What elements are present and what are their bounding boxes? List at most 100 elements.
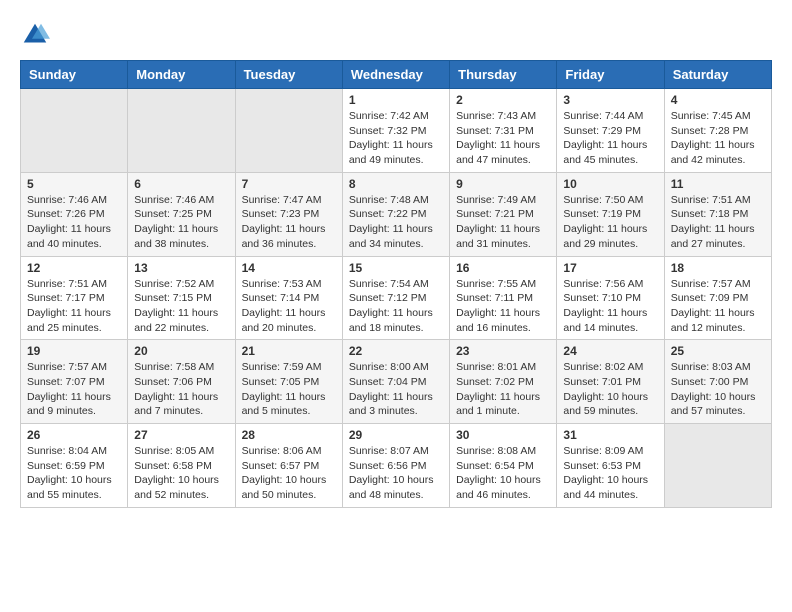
day-info: Sunrise: 8:09 AM	[563, 444, 657, 459]
page-header	[20, 20, 772, 50]
calendar-weekday-header: Saturday	[664, 61, 771, 89]
calendar-day-cell: 12Sunrise: 7:51 AMSunset: 7:17 PMDayligh…	[21, 256, 128, 340]
day-info: Sunrise: 8:03 AM	[671, 360, 765, 375]
calendar-day-cell: 28Sunrise: 8:06 AMSunset: 6:57 PMDayligh…	[235, 424, 342, 508]
day-number: 29	[349, 428, 443, 442]
day-number: 20	[134, 344, 228, 358]
day-info: Daylight: 11 hours and 45 minutes.	[563, 138, 657, 167]
calendar-day-cell: 31Sunrise: 8:09 AMSunset: 6:53 PMDayligh…	[557, 424, 664, 508]
calendar-day-cell: 17Sunrise: 7:56 AMSunset: 7:10 PMDayligh…	[557, 256, 664, 340]
day-info: Daylight: 11 hours and 49 minutes.	[349, 138, 443, 167]
day-info: Daylight: 10 hours and 48 minutes.	[349, 473, 443, 502]
day-info: Sunset: 7:12 PM	[349, 291, 443, 306]
day-info: Daylight: 11 hours and 25 minutes.	[27, 306, 121, 335]
day-info: Daylight: 11 hours and 27 minutes.	[671, 222, 765, 251]
calendar-day-cell: 26Sunrise: 8:04 AMSunset: 6:59 PMDayligh…	[21, 424, 128, 508]
calendar-day-cell: 27Sunrise: 8:05 AMSunset: 6:58 PMDayligh…	[128, 424, 235, 508]
calendar-day-cell: 15Sunrise: 7:54 AMSunset: 7:12 PMDayligh…	[342, 256, 449, 340]
day-info: Daylight: 11 hours and 3 minutes.	[349, 390, 443, 419]
calendar-day-cell	[128, 89, 235, 173]
day-info: Sunset: 6:59 PM	[27, 459, 121, 474]
day-info: Sunset: 7:00 PM	[671, 375, 765, 390]
day-info: Sunrise: 8:02 AM	[563, 360, 657, 375]
calendar-day-cell: 24Sunrise: 8:02 AMSunset: 7:01 PMDayligh…	[557, 340, 664, 424]
day-info: Sunset: 6:53 PM	[563, 459, 657, 474]
day-info: Sunrise: 7:48 AM	[349, 193, 443, 208]
day-info: Daylight: 11 hours and 20 minutes.	[242, 306, 336, 335]
day-info: Sunset: 7:23 PM	[242, 207, 336, 222]
day-info: Daylight: 10 hours and 55 minutes.	[27, 473, 121, 502]
calendar-week-row: 12Sunrise: 7:51 AMSunset: 7:17 PMDayligh…	[21, 256, 772, 340]
day-number: 26	[27, 428, 121, 442]
day-number: 21	[242, 344, 336, 358]
day-info: Sunrise: 7:51 AM	[27, 277, 121, 292]
day-number: 28	[242, 428, 336, 442]
logo-icon	[20, 20, 50, 50]
calendar-day-cell: 6Sunrise: 7:46 AMSunset: 7:25 PMDaylight…	[128, 172, 235, 256]
day-info: Daylight: 11 hours and 40 minutes.	[27, 222, 121, 251]
day-info: Daylight: 11 hours and 9 minutes.	[27, 390, 121, 419]
day-info: Sunrise: 7:51 AM	[671, 193, 765, 208]
day-info: Sunset: 7:02 PM	[456, 375, 550, 390]
day-info: Sunset: 7:15 PM	[134, 291, 228, 306]
day-info: Daylight: 11 hours and 34 minutes.	[349, 222, 443, 251]
day-info: Sunrise: 7:46 AM	[134, 193, 228, 208]
day-info: Sunrise: 7:45 AM	[671, 109, 765, 124]
calendar-week-row: 5Sunrise: 7:46 AMSunset: 7:26 PMDaylight…	[21, 172, 772, 256]
day-info: Daylight: 10 hours and 59 minutes.	[563, 390, 657, 419]
day-info: Daylight: 11 hours and 7 minutes.	[134, 390, 228, 419]
calendar-day-cell: 23Sunrise: 8:01 AMSunset: 7:02 PMDayligh…	[450, 340, 557, 424]
day-info: Sunset: 7:09 PM	[671, 291, 765, 306]
calendar-day-cell: 3Sunrise: 7:44 AMSunset: 7:29 PMDaylight…	[557, 89, 664, 173]
calendar-weekday-header: Monday	[128, 61, 235, 89]
day-number: 17	[563, 261, 657, 275]
day-info: Sunset: 7:22 PM	[349, 207, 443, 222]
calendar-day-cell	[664, 424, 771, 508]
day-number: 19	[27, 344, 121, 358]
calendar-day-cell: 2Sunrise: 7:43 AMSunset: 7:31 PMDaylight…	[450, 89, 557, 173]
day-info: Daylight: 11 hours and 36 minutes.	[242, 222, 336, 251]
day-info: Sunrise: 7:53 AM	[242, 277, 336, 292]
calendar-day-cell: 20Sunrise: 7:58 AMSunset: 7:06 PMDayligh…	[128, 340, 235, 424]
day-info: Sunset: 7:04 PM	[349, 375, 443, 390]
day-info: Sunset: 7:25 PM	[134, 207, 228, 222]
day-info: Sunrise: 7:56 AM	[563, 277, 657, 292]
day-info: Daylight: 11 hours and 47 minutes.	[456, 138, 550, 167]
calendar-day-cell	[235, 89, 342, 173]
day-number: 3	[563, 93, 657, 107]
day-info: Sunset: 7:31 PM	[456, 124, 550, 139]
day-info: Sunrise: 7:55 AM	[456, 277, 550, 292]
day-info: Sunrise: 7:44 AM	[563, 109, 657, 124]
calendar-weekday-header: Sunday	[21, 61, 128, 89]
day-info: Sunset: 7:28 PM	[671, 124, 765, 139]
calendar-day-cell: 16Sunrise: 7:55 AMSunset: 7:11 PMDayligh…	[450, 256, 557, 340]
day-info: Daylight: 11 hours and 31 minutes.	[456, 222, 550, 251]
calendar-day-cell: 14Sunrise: 7:53 AMSunset: 7:14 PMDayligh…	[235, 256, 342, 340]
calendar-day-cell: 11 Sunrise: 7:51 AMSunset: 7:18 PMDayligh…	[664, 172, 771, 256]
day-info: Sunrise: 7:52 AM	[134, 277, 228, 292]
day-info: Sunset: 7:18 PM	[671, 207, 765, 222]
day-info: Sunrise: 8:08 AM	[456, 444, 550, 459]
calendar-day-cell: 21Sunrise: 7:59 AMSunset: 7:05 PMDayligh…	[235, 340, 342, 424]
day-number: 23	[456, 344, 550, 358]
calendar-week-row: 19Sunrise: 7:57 AMSunset: 7:07 PMDayligh…	[21, 340, 772, 424]
day-info: Sunrise: 8:00 AM	[349, 360, 443, 375]
calendar-day-cell: 22 Sunrise: 8:00 AMSunset: 7:04 PMDayligh…	[342, 340, 449, 424]
calendar-weekday-header: Wednesday	[342, 61, 449, 89]
calendar-day-cell: 18Sunrise: 7:57 AMSunset: 7:09 PMDayligh…	[664, 256, 771, 340]
day-info: Sunrise: 7:49 AM	[456, 193, 550, 208]
day-number: 22	[349, 344, 443, 358]
day-number: 11	[671, 177, 765, 191]
day-number: 27	[134, 428, 228, 442]
day-info: Sunrise: 8:07 AM	[349, 444, 443, 459]
day-number: 10	[563, 177, 657, 191]
day-info: Sunset: 7:17 PM	[27, 291, 121, 306]
day-number: 25	[671, 344, 765, 358]
day-info: Daylight: 10 hours and 50 minutes.	[242, 473, 336, 502]
day-info: Daylight: 11 hours and 29 minutes.	[563, 222, 657, 251]
day-info: Daylight: 11 hours and 18 minutes.	[349, 306, 443, 335]
calendar-weekday-header: Tuesday	[235, 61, 342, 89]
calendar-day-cell: 25Sunrise: 8:03 AMSunset: 7:00 PMDayligh…	[664, 340, 771, 424]
calendar-day-cell	[21, 89, 128, 173]
day-number: 9	[456, 177, 550, 191]
